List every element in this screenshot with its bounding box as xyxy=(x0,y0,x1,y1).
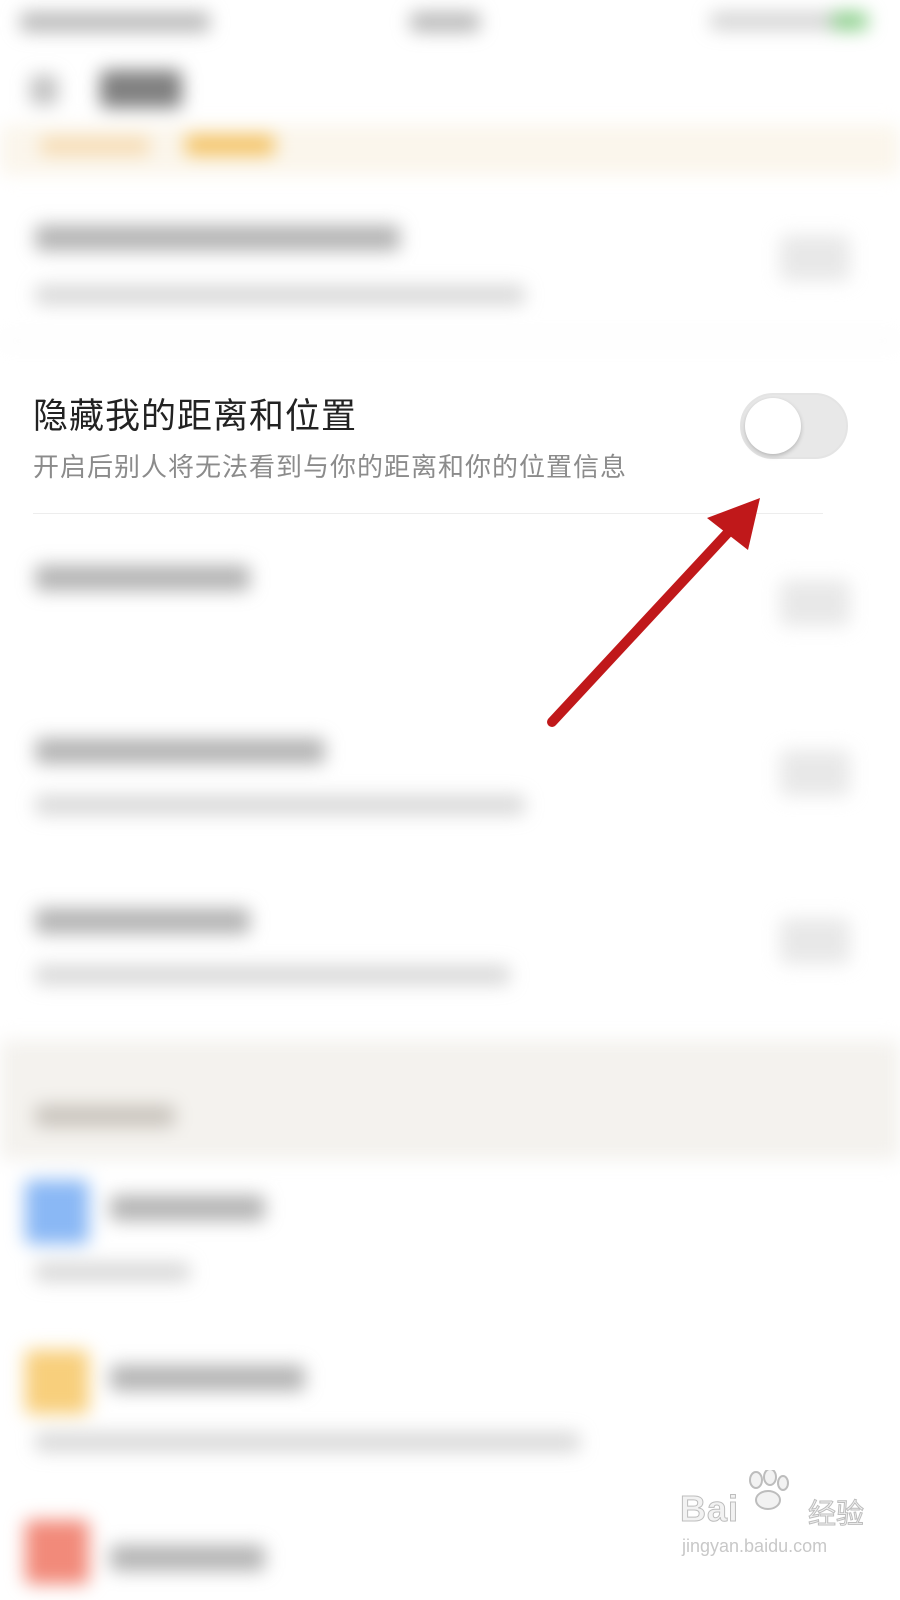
list-item-title xyxy=(110,1195,265,1221)
setting-title: 隐藏我的距离和位置 xyxy=(33,397,358,437)
setting-row-title xyxy=(35,738,325,764)
setting-row-subtitle xyxy=(35,285,525,305)
avatar xyxy=(25,1350,89,1414)
notice-text xyxy=(40,137,150,155)
setting-description: 开启后别人将无法看到与你的距离和你的位置信息 xyxy=(33,453,628,483)
list-item-title xyxy=(110,1545,265,1571)
setting-row-subtitle xyxy=(35,795,525,815)
list-item-title xyxy=(110,1365,305,1391)
section-header xyxy=(0,1040,900,1160)
back-arrow-icon[interactable] xyxy=(30,75,58,105)
watermark-brand: Bai xyxy=(679,1488,740,1530)
blurred-background xyxy=(0,0,900,1600)
setting-row-hide-location: 隐藏我的距离和位置 开启后别人将无法看到与你的距离和你的位置信息 xyxy=(0,350,900,520)
toggle-knob xyxy=(745,398,801,454)
avatar xyxy=(25,1520,89,1584)
section-label xyxy=(35,1105,175,1127)
divider xyxy=(33,513,823,514)
list-item-subtitle xyxy=(35,1432,580,1452)
battery-icon xyxy=(832,12,868,30)
status-time xyxy=(410,12,480,32)
watermark-url: jingyan.baidu.com xyxy=(682,1536,828,1556)
baidu-jingyan-watermark: Bai 经验 jingyan.baidu.com xyxy=(679,1470,880,1580)
status-carrier xyxy=(20,12,210,32)
setting-row-subtitle xyxy=(35,965,510,985)
list-item-subtitle xyxy=(35,1262,190,1282)
status-indicators xyxy=(710,12,840,30)
annotation-arrow xyxy=(547,498,760,727)
watermark-brand-cn: 经验 xyxy=(807,1497,865,1531)
divider xyxy=(0,340,900,342)
baidu-paw-icon xyxy=(749,1470,789,1510)
setting-toggle[interactable] xyxy=(780,580,850,626)
setting-row-title xyxy=(35,565,250,591)
setting-row-title xyxy=(35,908,250,934)
setting-toggle[interactable] xyxy=(780,235,850,281)
status-bar xyxy=(0,0,900,48)
page-title xyxy=(100,70,182,108)
avatar xyxy=(25,1180,89,1244)
setting-toggle[interactable] xyxy=(780,750,850,796)
arrow-shaft xyxy=(547,520,740,727)
notice-strip xyxy=(0,125,900,175)
setting-row-title xyxy=(35,225,400,251)
notice-highlight xyxy=(185,135,275,155)
hide-location-toggle[interactable] xyxy=(740,393,848,459)
setting-toggle[interactable] xyxy=(780,918,850,964)
